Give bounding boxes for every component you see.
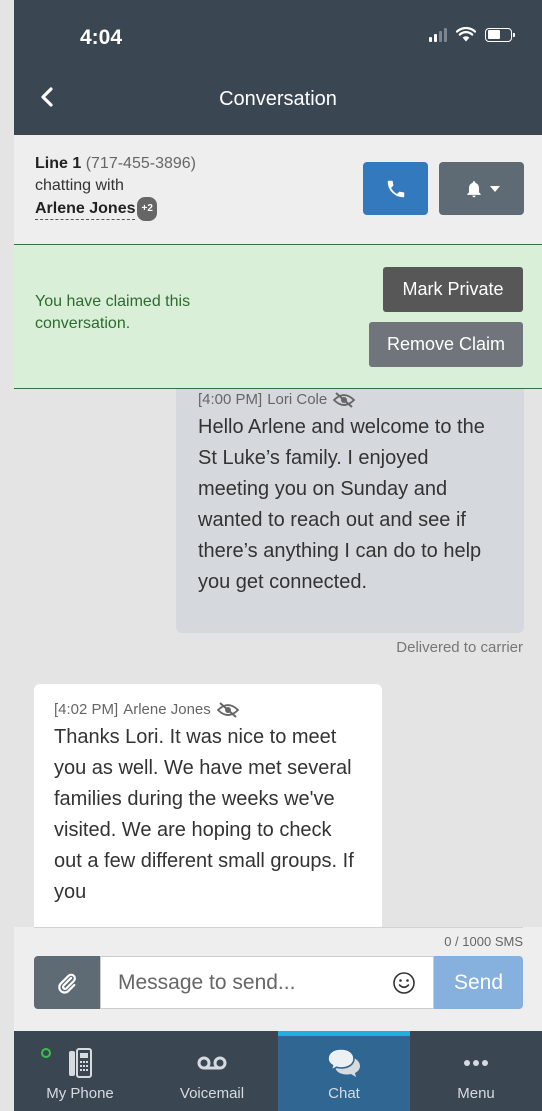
message-time: [4:00 PM] (198, 391, 263, 408)
message-sender: Lori Cole (267, 391, 328, 408)
page-title: Conversation (219, 88, 337, 110)
phone-icon (387, 180, 404, 197)
paperclip-icon (58, 973, 76, 994)
claim-banner: You have claimed this conversation. Mark… (14, 244, 542, 389)
caret-down-icon (489, 185, 500, 192)
notifications-dropdown-button[interactable] (439, 162, 524, 215)
chat-bubbles-icon (327, 1045, 361, 1081)
eye-slash-icon[interactable] (332, 391, 356, 408)
tab-menu[interactable]: Menu (410, 1031, 542, 1111)
bottom-tab-bar: My Phone Voicemail Chat Menu (14, 1031, 542, 1111)
smiley-icon (393, 972, 415, 994)
eye-slash-icon[interactable] (216, 701, 240, 718)
tab-label: Voicemail (179, 1085, 245, 1102)
message-meta: [4:00 PM] Lori Cole (198, 391, 504, 408)
message-time: [4:02 PM] (54, 701, 119, 718)
call-button[interactable] (363, 162, 428, 215)
battery-icon (485, 27, 515, 42)
contact-count-badge: +2 (137, 197, 157, 221)
claim-message: You have claimed this conversation. (35, 293, 191, 332)
status-time: 4:04 (80, 26, 123, 49)
outgoing-message: [4:00 PM] Lori Cole Hello Arlene and wel… (176, 389, 524, 633)
contact-name-link[interactable]: Arlene Jones (35, 199, 136, 220)
tab-chat[interactable]: Chat (278, 1031, 410, 1111)
sms-character-counter: 0 / 1000 SMS (444, 934, 523, 949)
wifi-icon (456, 27, 476, 42)
cellular-signal-icon (429, 27, 447, 42)
tab-label: Chat (328, 1085, 360, 1102)
more-dots-icon (463, 1045, 489, 1081)
desk-phone-icon (68, 1045, 92, 1081)
delivery-status: Delivered to carrier (396, 639, 523, 656)
message-list[interactable]: [4:00 PM] Lori Cole Hello Arlene and wel… (14, 389, 542, 927)
status-bar: 4:04 (14, 0, 542, 64)
line-info: Line 1 (717-455-3896) chatting with Arle… (35, 153, 196, 221)
tab-voicemail[interactable]: Voicemail (146, 1031, 278, 1111)
tab-label: Menu (457, 1085, 495, 1102)
line-header: Line 1 (717-455-3896) chatting with Arle… (14, 135, 542, 244)
message-meta: [4:02 PM] Arlene Jones (54, 701, 364, 718)
line-phone: (717-455-3896) (85, 155, 196, 172)
send-button[interactable]: Send (434, 956, 523, 1009)
emoji-button[interactable] (392, 971, 416, 1000)
attach-button[interactable] (34, 956, 100, 1009)
nav-bar: Conversation (14, 64, 542, 135)
voicemail-icon (197, 1045, 227, 1081)
line-label: Line 1 (35, 155, 82, 172)
message-input[interactable] (100, 956, 434, 1009)
online-status-icon (41, 1048, 51, 1058)
bell-icon (466, 180, 481, 197)
mark-private-button[interactable]: Mark Private (383, 267, 523, 312)
incoming-message: [4:02 PM] Arlene Jones Thanks Lori. It w… (34, 684, 382, 927)
status-icons (429, 27, 515, 42)
tab-label: My Phone (46, 1085, 114, 1102)
tab-my-phone[interactable]: My Phone (14, 1031, 146, 1111)
message-text: Hello Arlene and welcome to the St Luke’… (198, 416, 485, 593)
message-sender: Arlene Jones (123, 701, 211, 718)
chatting-with-label: chatting with (35, 177, 124, 194)
remove-claim-button[interactable]: Remove Claim (369, 322, 523, 367)
message-text: Thanks Lori. It was nice to meet you as … (54, 726, 354, 903)
compose-bar: 0 / 1000 SMS Send (14, 927, 542, 1031)
